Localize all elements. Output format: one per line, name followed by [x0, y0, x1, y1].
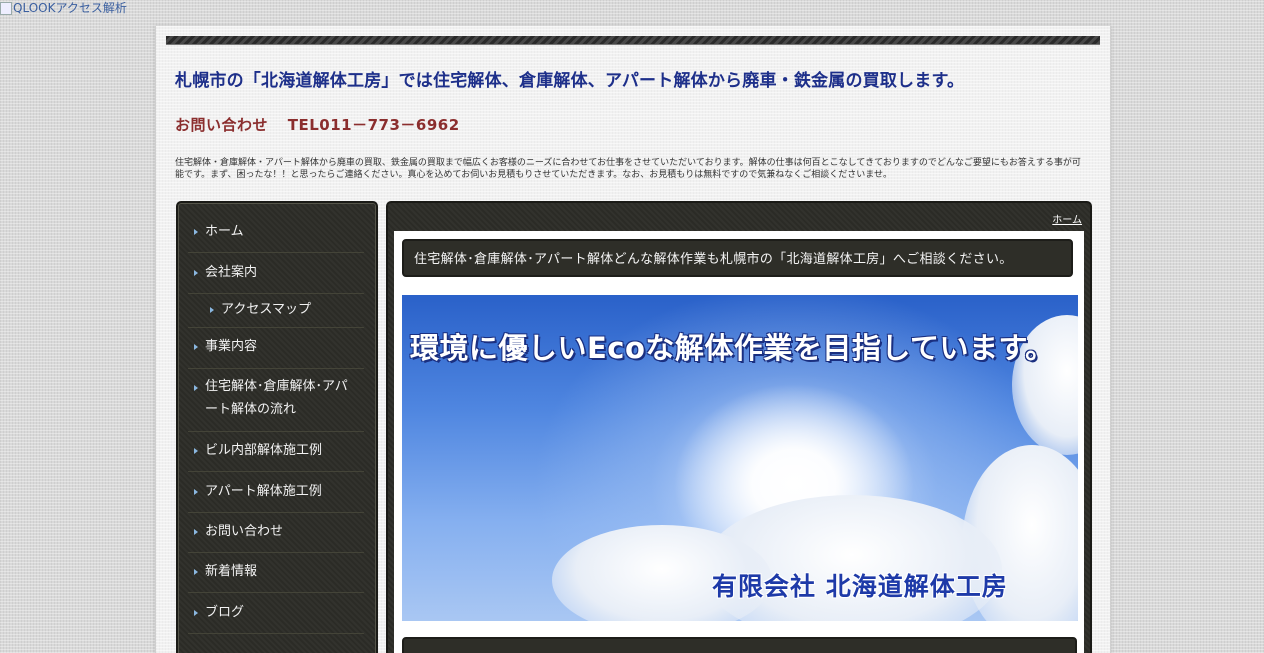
- arrow-bullet-icon: [194, 344, 198, 350]
- arrow-bullet-icon: [194, 448, 198, 454]
- arrow-bullet-icon: [194, 489, 198, 495]
- main-panel: ホーム 住宅解体･倉庫解体･アパート解体どんな解体作業も札幌市の「北海道解体工房…: [386, 201, 1092, 653]
- qlook-access-link[interactable]: QLOOKアクセス解析: [0, 0, 127, 16]
- sidebar-item-blog[interactable]: ブログ: [188, 593, 364, 634]
- sidebar-item-label: 事業内容: [205, 339, 258, 354]
- site-title: 札幌市の「北海道解体工房」では住宅解体、倉庫解体、アパート解体から廃車・鉄金属の…: [175, 71, 965, 91]
- content-area: 住宅解体･倉庫解体･アパート解体どんな解体作業も札幌市の「北海道解体工房」へご相…: [394, 231, 1084, 653]
- sidebar-item-label: 住宅解体･倉庫解体･アパート解体の流れ: [205, 379, 348, 417]
- sidebar-item-label: ブログ: [205, 605, 245, 620]
- hero-slogan: 環境に優しいEcoな解体作業を目指しています。: [410, 331, 1055, 365]
- breadcrumb-home-link[interactable]: ホーム: [1052, 211, 1082, 226]
- tel-number: TEL011－773－6962: [287, 116, 460, 134]
- arrow-bullet-icon: [194, 270, 198, 276]
- sidebar-item-label: お問い合わせ: [205, 524, 284, 539]
- sidebar-item-demolition-flow[interactable]: 住宅解体･倉庫解体･アパート解体の流れ: [188, 369, 364, 432]
- content-section-box: [402, 637, 1077, 653]
- sidebar-item-access-map[interactable]: アクセスマップ: [188, 294, 364, 328]
- sidebar-nav: ホーム 会社案内 アクセスマップ 事業内容 住宅解体･倉庫解体･アパート解体の流…: [188, 213, 364, 634]
- qlook-alt-text: QLOOKアクセス解析: [13, 1, 127, 15]
- sidebar-item-company[interactable]: 会社案内: [188, 253, 364, 294]
- hero-company-name: 有限会社 北海道解体工房: [712, 572, 1008, 601]
- broken-image-icon: [0, 1, 12, 15]
- contact-info: お問い合わせ TEL011－773－6962: [175, 114, 460, 135]
- sidebar-item-label: ホーム: [205, 224, 244, 239]
- sidebar-item-label: アクセスマップ: [221, 302, 311, 317]
- sidebar-item-building-interior[interactable]: ビル内部解体施工例: [188, 432, 364, 472]
- content-heading: 住宅解体･倉庫解体･アパート解体どんな解体作業も札幌市の「北海道解体工房」へご相…: [402, 239, 1073, 277]
- sidebar-item-label: 新着情報: [205, 564, 258, 579]
- site-description: 住宅解体・倉庫解体・アパート解体から廃車の買取、鉄金属の買取まで幅広くお客様のニ…: [175, 158, 1081, 180]
- arrow-bullet-icon: [210, 307, 214, 313]
- arrow-bullet-icon: [194, 229, 198, 235]
- header-stripe: [166, 36, 1100, 45]
- sidebar-item-label: ビル内部解体施工例: [205, 443, 323, 458]
- sidebar-item-label: アパート解体施工例: [205, 484, 322, 499]
- page-container: 札幌市の「北海道解体工房」では住宅解体、倉庫解体、アパート解体から廃車・鉄金属の…: [155, 26, 1111, 653]
- sidebar-item-home[interactable]: ホーム: [188, 213, 364, 253]
- contact-label: お問い合わせ: [175, 116, 269, 134]
- arrow-bullet-icon: [194, 529, 198, 535]
- arrow-bullet-icon: [194, 385, 198, 391]
- sidebar-item-label: 会社案内: [205, 265, 258, 280]
- sidebar-item-contact[interactable]: お問い合わせ: [188, 513, 364, 553]
- sidebar-item-business[interactable]: 事業内容: [188, 328, 364, 369]
- arrow-bullet-icon: [194, 569, 198, 575]
- hero-banner: 環境に優しいEcoな解体作業を目指しています。 有限会社 北海道解体工房: [402, 295, 1078, 621]
- sidebar: ホーム 会社案内 アクセスマップ 事業内容 住宅解体･倉庫解体･アパート解体の流…: [176, 201, 378, 653]
- sidebar-item-apartment-demolition[interactable]: アパート解体施工例: [188, 472, 364, 513]
- arrow-bullet-icon: [194, 610, 198, 616]
- sidebar-item-news[interactable]: 新着情報: [188, 553, 364, 593]
